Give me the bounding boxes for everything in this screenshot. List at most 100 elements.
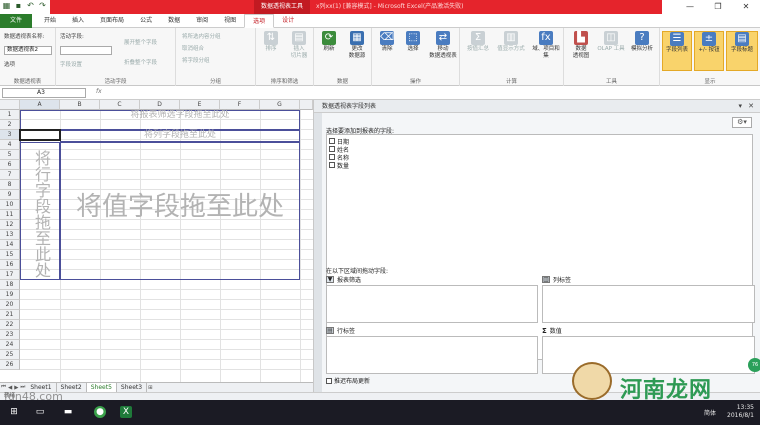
row-header[interactable]: 2 [0,120,20,130]
summarize-by-button[interactable]: Σ 按值汇总 [462,31,494,53]
clear-button[interactable]: ⌫ 清除 [374,31,400,53]
report-filter-area[interactable] [326,285,538,323]
column-header[interactable]: A [20,100,60,110]
pane-close-icon[interactable]: ✕ [748,100,754,113]
field-item[interactable]: 名称 [329,153,750,162]
what-if-button[interactable]: ? 模拟分析 [626,31,658,53]
field-checkbox[interactable] [329,162,335,168]
restore-icon[interactable]: ❐ [704,0,732,14]
row-header[interactable]: 9 [0,190,20,200]
row-header[interactable]: 1 [0,110,20,120]
olap-tools-button[interactable]: ◫ OLAP 工具 [596,31,626,53]
tab-file[interactable]: 文件 [0,14,33,28]
layout-options-icon[interactable]: ⚙▾ [732,117,752,128]
column-header[interactable]: F [220,100,260,110]
move-pivot-button[interactable]: ⇄ 移动 数据透视表 [428,31,458,60]
active-field-input[interactable] [60,46,112,55]
show-values-as-button[interactable]: ▥ 值显示方式 [494,31,528,53]
insert-function-icon[interactable]: fx [96,88,102,95]
row-header[interactable]: 20 [0,300,20,310]
browser-icon[interactable]: ● [94,406,106,418]
row-header[interactable]: 19 [0,290,20,300]
change-source-button[interactable]: ▦ 更改 数据源 [344,31,370,60]
column-header[interactable]: E [180,100,220,110]
row-header[interactable]: 5 [0,150,20,160]
row-header[interactable]: 14 [0,240,20,250]
column-labels-area[interactable] [542,285,755,323]
row-header[interactable]: 17 [0,270,20,280]
field-settings-button[interactable]: 字段设置 [60,60,82,68]
tab-page-layout[interactable]: 页面布局 [92,14,132,28]
row-header[interactable]: 7 [0,170,20,180]
field-item[interactable]: 数量 [329,161,750,170]
sheet-tab-active[interactable]: Sheet5 [86,383,117,392]
sort-button[interactable]: ⇅ 排序 [258,31,284,53]
row-header[interactable]: 15 [0,250,20,260]
plus-minus-buttons-button[interactable]: ± +/- 按钮 [694,31,724,71]
field-item[interactable]: 姓名 [329,145,750,154]
collapse-field-button[interactable]: 折叠整个字段 [124,58,157,66]
row-header[interactable]: 23 [0,330,20,340]
values-area[interactable] [542,336,755,374]
pivot-options-button[interactable]: 选项 [4,60,15,68]
row-header[interactable]: 3 [0,130,20,140]
expand-field-button[interactable]: 展开整个字段 [124,38,157,46]
column-header[interactable]: C [100,100,140,110]
worksheet-grid[interactable]: A B C D E F G 1 2 3 4 5 6 7 8 9 10 11 12 13 14 15 16 17 1… [0,100,313,382]
row-header[interactable]: 12 [0,220,20,230]
save-icon[interactable]: ▪ [14,1,23,11]
field-list-button[interactable]: ☰ 字段列表 [662,31,692,71]
system-clock[interactable]: 13:35 2016/8/1 [727,404,754,420]
column-header[interactable]: B [60,100,100,110]
field-item[interactable]: 日期 [329,137,750,146]
row-header[interactable]: 22 [0,320,20,330]
tab-view[interactable]: 视图 [216,14,244,28]
row-header[interactable]: 11 [0,210,20,220]
row-header[interactable]: 8 [0,180,20,190]
insert-slicer-button[interactable]: ▤ 插入 切片器 [286,31,312,60]
field-checkbox[interactable] [329,146,335,152]
field-checkbox[interactable] [329,138,335,144]
row-header[interactable]: 26 [0,360,20,370]
explorer-icon[interactable]: ▬ [62,406,74,418]
minimize-icon[interactable]: — [676,0,704,14]
row-header[interactable]: 25 [0,350,20,360]
group-field-button[interactable]: 将字段分组 [182,56,210,64]
row-header[interactable]: 24 [0,340,20,350]
row-header[interactable]: 6 [0,160,20,170]
input-language[interactable]: 简体 [704,408,716,417]
name-box[interactable]: A3 [2,88,86,98]
close-icon[interactable]: ✕ [732,0,760,14]
tab-review[interactable]: 审阅 [188,14,216,28]
pivot-name-input[interactable]: 数据透视表2 [4,46,52,55]
tab-data[interactable]: 数据 [160,14,188,28]
new-sheet-icon[interactable]: ⊞ [147,385,154,391]
column-header[interactable]: G [260,100,300,110]
tab-options[interactable]: 选项 [244,14,275,28]
excel-taskbar-icon[interactable]: X [120,406,132,418]
pane-splitter[interactable] [314,113,322,392]
tab-formulas[interactable]: 公式 [132,14,160,28]
field-checkbox[interactable] [329,154,335,160]
defer-layout-update[interactable]: 推迟布局更新 [326,376,370,385]
pane-menu-icon[interactable]: ▾ [738,100,742,113]
refresh-button[interactable]: ⟳ 刷新 [316,31,342,53]
pivot-chart-button[interactable]: ▙ 数据 透视图 [566,31,596,60]
row-header[interactable]: 21 [0,310,20,320]
field-headers-button[interactable]: ▤ 字段标题 [726,31,758,71]
redo-icon[interactable]: ↷ [38,1,47,11]
row-header[interactable]: 16 [0,260,20,270]
tab-insert[interactable]: 插入 [64,14,92,28]
tab-home[interactable]: 开始 [36,14,64,28]
undo-icon[interactable]: ↶ [26,1,35,11]
tab-design[interactable]: 设计 [274,14,302,28]
sheet-tab[interactable]: Sheet3 [117,383,148,392]
select-all-corner[interactable] [0,100,20,110]
row-header[interactable]: 18 [0,280,20,290]
select-button[interactable]: ⬚ 选择 [400,31,426,53]
defer-checkbox[interactable] [326,377,332,384]
row-header[interactable]: 13 [0,230,20,240]
row-labels-area[interactable] [326,336,538,374]
fields-items-button[interactable]: fx 域、项目和 集 [530,31,562,60]
row-header[interactable]: 4 [0,140,20,150]
